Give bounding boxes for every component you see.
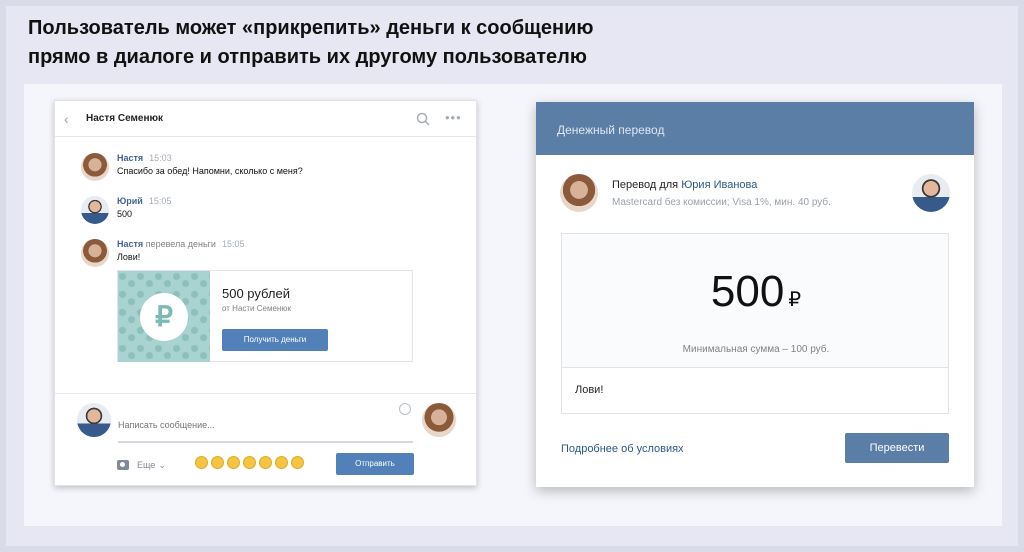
emoji-icon[interactable]: [227, 456, 240, 469]
avatar[interactable]: [81, 153, 109, 181]
transfer-button[interactable]: Перевести: [845, 433, 949, 463]
message-author[interactable]: Настя 15:03: [117, 153, 172, 163]
dialog-title: Денежный перевод: [536, 102, 974, 155]
headline: Пользователь может «прикрепить» деньги к…: [28, 14, 594, 72]
message-text: Спасибо за обед! Напомни, сколько с меня…: [117, 166, 303, 176]
transfer-dialog: Денежный перевод Перевод для Юрия Иванов…: [536, 102, 974, 487]
message-time: 15:05: [148, 196, 172, 206]
search-icon[interactable]: [416, 112, 430, 126]
min-amount-hint: Минимальная сумма – 100 руб.: [682, 344, 830, 355]
emoji-icon[interactable]: [211, 456, 224, 469]
ruble-sign: ₽: [788, 289, 802, 311]
headline-line-2: прямо в диалоге и отправить их другому п…: [28, 46, 587, 68]
attach-tools: Еще ⌄: [117, 458, 166, 472]
receive-money-button[interactable]: Получить деньги: [222, 329, 328, 351]
sender-avatar: [560, 174, 598, 212]
message-author[interactable]: Настя перевела деньги 15:05: [117, 239, 244, 249]
avatar[interactable]: [81, 239, 109, 267]
message-text: Лови!: [117, 252, 141, 262]
money-attachment-card: ₽ 500 рублей от Насти Семенюк Получить д…: [117, 270, 413, 362]
camera-icon[interactable]: [117, 460, 129, 470]
message-author[interactable]: Юрий 15:05: [117, 196, 171, 206]
headline-line-1: Пользователь может «прикрепить» деньги к…: [28, 17, 594, 39]
money-pattern: ₽: [118, 271, 210, 362]
send-button[interactable]: Отправить: [336, 453, 414, 475]
money-sender: от Насти Семенюк: [222, 304, 291, 313]
recipient-avatar[interactable]: [422, 403, 456, 437]
composer-divider: [55, 393, 476, 394]
emoji-icon[interactable]: [195, 456, 208, 469]
chat-window: ‹ Настя Семенюк ••• Настя 15:03 Спасибо з…: [54, 100, 477, 486]
recipient-row: Перевод для Юрия Иванова Mastercard без …: [560, 174, 950, 216]
fee-info: Mastercard без комиссии; Visa 1%, мин. 4…: [612, 197, 831, 208]
emoji-icon[interactable]: [259, 456, 272, 469]
ruble-icon: ₽: [140, 293, 188, 341]
message-time: 15:03: [149, 153, 172, 163]
message-text: 500: [117, 209, 133, 219]
recipient-avatar: [912, 174, 950, 212]
message-time: 15:05: [221, 239, 245, 249]
my-avatar[interactable]: [77, 403, 111, 437]
chevron-down-icon[interactable]: ⌄: [158, 460, 166, 471]
money-amount: 500 рублей: [222, 286, 290, 301]
amount-value[interactable]: 500 ₽: [562, 267, 950, 317]
message-action: перевела деньги: [145, 239, 216, 249]
more-attachments-link[interactable]: Еще: [137, 460, 155, 470]
emoji-icon[interactable]: [243, 456, 256, 469]
terms-link[interactable]: Подробнее об условиях: [561, 443, 684, 455]
chat-title: Настя Семенюк: [86, 113, 164, 124]
emoji-icon[interactable]: [291, 456, 304, 469]
avatar[interactable]: [81, 196, 109, 224]
comment-field[interactable]: Лови!: [575, 384, 603, 396]
smile-icon[interactable]: [399, 403, 411, 415]
emoji-row: [195, 456, 304, 469]
emoji-icon[interactable]: [275, 456, 288, 469]
message-input[interactable]: [118, 405, 413, 443]
chat-header: ‹ Настя Семенюк •••: [55, 101, 476, 137]
amount-box: 500 ₽ Минимальная сумма – 100 руб. Лови!: [561, 233, 949, 414]
recipient-title: Перевод для Юрия Иванова: [612, 179, 758, 191]
recipient-link[interactable]: Юрия Иванова: [681, 179, 757, 191]
chevron-left-icon[interactable]: ‹: [64, 112, 69, 126]
more-icon[interactable]: •••: [445, 110, 462, 125]
